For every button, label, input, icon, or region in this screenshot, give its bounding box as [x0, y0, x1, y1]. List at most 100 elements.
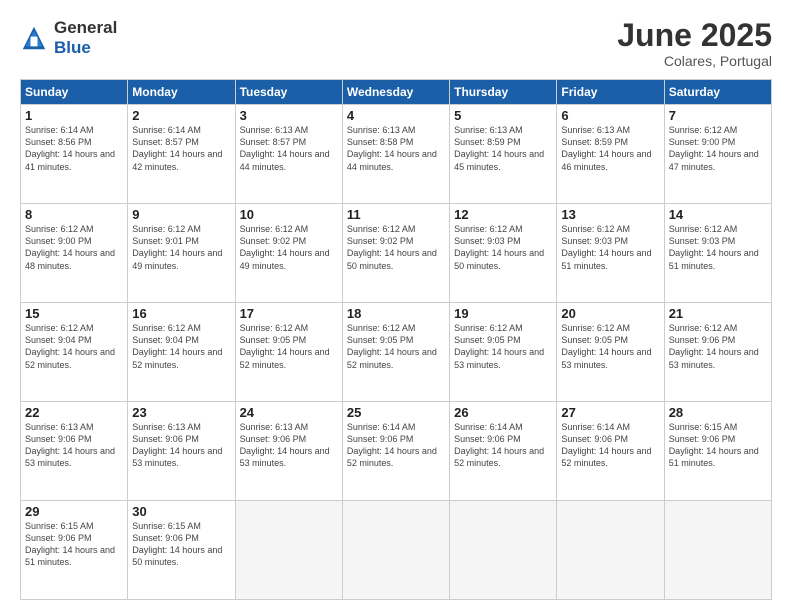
calendar-cell: 23 Sunrise: 6:13 AM Sunset: 9:06 PM Dayl… [128, 402, 235, 501]
header: General Blue June 2025 Colares, Portugal [20, 18, 772, 69]
logo-blue: Blue [54, 38, 117, 58]
calendar-cell: 29 Sunrise: 6:15 AM Sunset: 9:06 PM Dayl… [21, 501, 128, 600]
table-row: 8 Sunrise: 6:12 AM Sunset: 9:00 PM Dayli… [21, 204, 772, 303]
logo-icon [20, 24, 48, 52]
col-sunday: Sunday [21, 80, 128, 105]
day-number: 7 [669, 108, 767, 123]
header-row: Sunday Monday Tuesday Wednesday Thursday… [21, 80, 772, 105]
day-info: Sunrise: 6:13 AM Sunset: 9:06 PM Dayligh… [132, 421, 230, 470]
day-info: Sunrise: 6:15 AM Sunset: 9:06 PM Dayligh… [669, 421, 767, 470]
calendar-cell: 22 Sunrise: 6:13 AM Sunset: 9:06 PM Dayl… [21, 402, 128, 501]
day-number: 14 [669, 207, 767, 222]
table-row: 15 Sunrise: 6:12 AM Sunset: 9:04 PM Dayl… [21, 303, 772, 402]
day-number: 10 [240, 207, 338, 222]
day-info: Sunrise: 6:12 AM Sunset: 9:05 PM Dayligh… [454, 322, 552, 371]
table-row: 29 Sunrise: 6:15 AM Sunset: 9:06 PM Dayl… [21, 501, 772, 600]
calendar-cell: 6 Sunrise: 6:13 AM Sunset: 8:59 PM Dayli… [557, 105, 664, 204]
calendar-cell: 5 Sunrise: 6:13 AM Sunset: 8:59 PM Dayli… [450, 105, 557, 204]
calendar-cell: 28 Sunrise: 6:15 AM Sunset: 9:06 PM Dayl… [664, 402, 771, 501]
day-number: 25 [347, 405, 445, 420]
day-number: 3 [240, 108, 338, 123]
page: General Blue June 2025 Colares, Portugal… [0, 0, 792, 612]
day-info: Sunrise: 6:12 AM Sunset: 9:04 PM Dayligh… [25, 322, 123, 371]
day-info: Sunrise: 6:12 AM Sunset: 9:03 PM Dayligh… [561, 223, 659, 272]
calendar-cell: 12 Sunrise: 6:12 AM Sunset: 9:03 PM Dayl… [450, 204, 557, 303]
calendar-cell: 10 Sunrise: 6:12 AM Sunset: 9:02 PM Dayl… [235, 204, 342, 303]
day-number: 16 [132, 306, 230, 321]
calendar-cell: 8 Sunrise: 6:12 AM Sunset: 9:00 PM Dayli… [21, 204, 128, 303]
calendar-cell: 9 Sunrise: 6:12 AM Sunset: 9:01 PM Dayli… [128, 204, 235, 303]
day-info: Sunrise: 6:12 AM Sunset: 9:00 PM Dayligh… [669, 124, 767, 173]
day-number: 13 [561, 207, 659, 222]
day-number: 26 [454, 405, 552, 420]
day-info: Sunrise: 6:12 AM Sunset: 9:05 PM Dayligh… [347, 322, 445, 371]
day-number: 15 [25, 306, 123, 321]
day-number: 28 [669, 405, 767, 420]
month-title: June 2025 [617, 18, 772, 53]
calendar-cell: 20 Sunrise: 6:12 AM Sunset: 9:05 PM Dayl… [557, 303, 664, 402]
day-info: Sunrise: 6:13 AM Sunset: 8:59 PM Dayligh… [454, 124, 552, 173]
day-number: 1 [25, 108, 123, 123]
day-info: Sunrise: 6:12 AM Sunset: 9:03 PM Dayligh… [669, 223, 767, 272]
location: Colares, Portugal [617, 53, 772, 69]
calendar-cell: 4 Sunrise: 6:13 AM Sunset: 8:58 PM Dayli… [342, 105, 449, 204]
day-number: 12 [454, 207, 552, 222]
calendar-cell: 14 Sunrise: 6:12 AM Sunset: 9:03 PM Dayl… [664, 204, 771, 303]
day-info: Sunrise: 6:12 AM Sunset: 9:06 PM Dayligh… [669, 322, 767, 371]
day-info: Sunrise: 6:12 AM Sunset: 9:05 PM Dayligh… [561, 322, 659, 371]
day-info: Sunrise: 6:13 AM Sunset: 8:58 PM Dayligh… [347, 124, 445, 173]
calendar-cell: 11 Sunrise: 6:12 AM Sunset: 9:02 PM Dayl… [342, 204, 449, 303]
col-wednesday: Wednesday [342, 80, 449, 105]
day-info: Sunrise: 6:14 AM Sunset: 8:56 PM Dayligh… [25, 124, 123, 173]
day-number: 2 [132, 108, 230, 123]
day-number: 4 [347, 108, 445, 123]
day-number: 19 [454, 306, 552, 321]
day-info: Sunrise: 6:14 AM Sunset: 9:06 PM Dayligh… [347, 421, 445, 470]
day-number: 5 [454, 108, 552, 123]
day-info: Sunrise: 6:13 AM Sunset: 8:57 PM Dayligh… [240, 124, 338, 173]
day-info: Sunrise: 6:13 AM Sunset: 9:06 PM Dayligh… [25, 421, 123, 470]
calendar-cell: 1 Sunrise: 6:14 AM Sunset: 8:56 PM Dayli… [21, 105, 128, 204]
day-number: 29 [25, 504, 123, 519]
day-number: 17 [240, 306, 338, 321]
calendar-cell: 27 Sunrise: 6:14 AM Sunset: 9:06 PM Dayl… [557, 402, 664, 501]
calendar-cell: 13 Sunrise: 6:12 AM Sunset: 9:03 PM Dayl… [557, 204, 664, 303]
calendar-cell: 19 Sunrise: 6:12 AM Sunset: 9:05 PM Dayl… [450, 303, 557, 402]
calendar-table: Sunday Monday Tuesday Wednesday Thursday… [20, 79, 772, 600]
table-row: 22 Sunrise: 6:13 AM Sunset: 9:06 PM Dayl… [21, 402, 772, 501]
day-info: Sunrise: 6:12 AM Sunset: 9:00 PM Dayligh… [25, 223, 123, 272]
day-number: 30 [132, 504, 230, 519]
day-info: Sunrise: 6:12 AM Sunset: 9:04 PM Dayligh… [132, 322, 230, 371]
calendar-cell: 25 Sunrise: 6:14 AM Sunset: 9:06 PM Dayl… [342, 402, 449, 501]
col-thursday: Thursday [450, 80, 557, 105]
calendar-cell [342, 501, 449, 600]
col-saturday: Saturday [664, 80, 771, 105]
day-info: Sunrise: 6:12 AM Sunset: 9:05 PM Dayligh… [240, 322, 338, 371]
calendar-cell: 17 Sunrise: 6:12 AM Sunset: 9:05 PM Dayl… [235, 303, 342, 402]
day-number: 22 [25, 405, 123, 420]
calendar-cell: 26 Sunrise: 6:14 AM Sunset: 9:06 PM Dayl… [450, 402, 557, 501]
day-number: 27 [561, 405, 659, 420]
day-number: 18 [347, 306, 445, 321]
day-info: Sunrise: 6:15 AM Sunset: 9:06 PM Dayligh… [132, 520, 230, 569]
day-info: Sunrise: 6:12 AM Sunset: 9:02 PM Dayligh… [240, 223, 338, 272]
calendar-cell: 30 Sunrise: 6:15 AM Sunset: 9:06 PM Dayl… [128, 501, 235, 600]
day-number: 6 [561, 108, 659, 123]
col-tuesday: Tuesday [235, 80, 342, 105]
col-friday: Friday [557, 80, 664, 105]
table-row: 1 Sunrise: 6:14 AM Sunset: 8:56 PM Dayli… [21, 105, 772, 204]
day-info: Sunrise: 6:13 AM Sunset: 9:06 PM Dayligh… [240, 421, 338, 470]
day-number: 8 [25, 207, 123, 222]
day-info: Sunrise: 6:15 AM Sunset: 9:06 PM Dayligh… [25, 520, 123, 569]
calendar-cell: 24 Sunrise: 6:13 AM Sunset: 9:06 PM Dayl… [235, 402, 342, 501]
day-info: Sunrise: 6:12 AM Sunset: 9:01 PM Dayligh… [132, 223, 230, 272]
calendar-cell: 21 Sunrise: 6:12 AM Sunset: 9:06 PM Dayl… [664, 303, 771, 402]
day-number: 24 [240, 405, 338, 420]
day-number: 23 [132, 405, 230, 420]
day-info: Sunrise: 6:14 AM Sunset: 8:57 PM Dayligh… [132, 124, 230, 173]
day-number: 11 [347, 207, 445, 222]
day-number: 21 [669, 306, 767, 321]
day-info: Sunrise: 6:13 AM Sunset: 8:59 PM Dayligh… [561, 124, 659, 173]
calendar-cell: 15 Sunrise: 6:12 AM Sunset: 9:04 PM Dayl… [21, 303, 128, 402]
calendar-cell: 7 Sunrise: 6:12 AM Sunset: 9:00 PM Dayli… [664, 105, 771, 204]
